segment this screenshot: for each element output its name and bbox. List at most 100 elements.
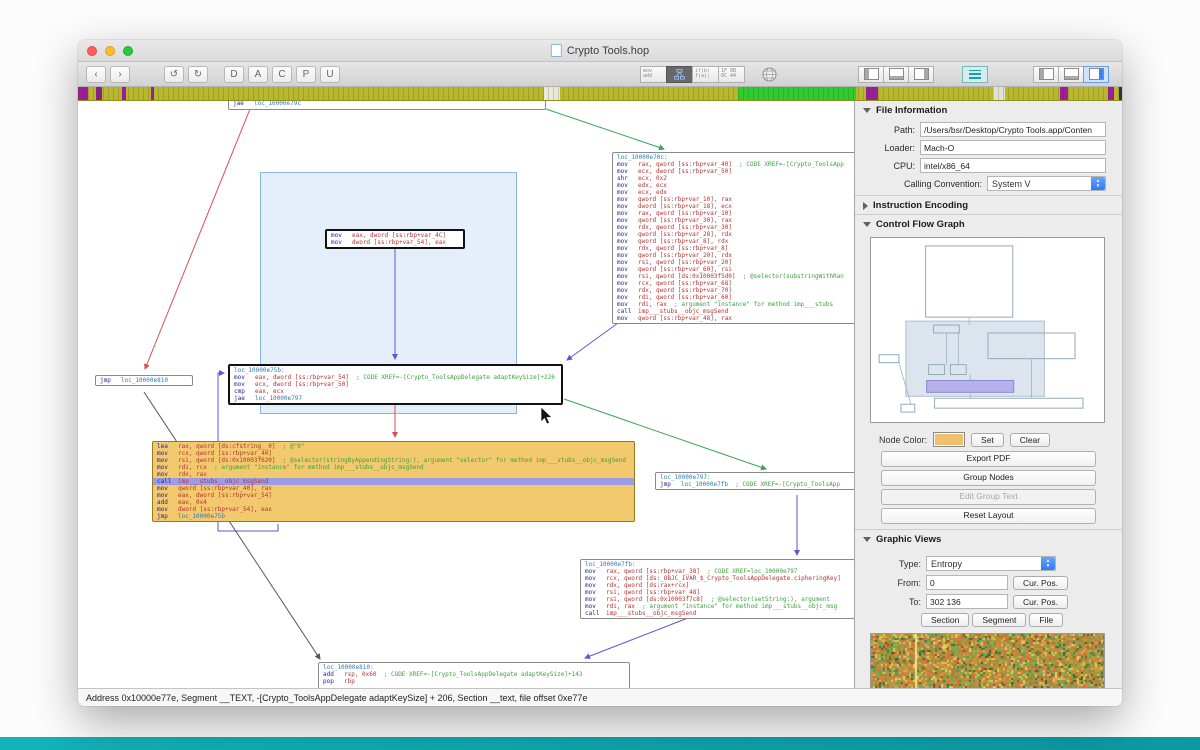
from-field[interactable]: 0 [926, 575, 1008, 590]
bottom-pane-icon [889, 68, 904, 80]
cfg-icon [674, 69, 685, 80]
desktop-dock-strip [0, 737, 1200, 750]
entropy-nav-strip[interactable] [78, 87, 1122, 101]
ascii-button[interactable]: A [248, 66, 268, 83]
entropy-graphic[interactable] [870, 633, 1105, 688]
cfg-view-segment[interactable] [666, 66, 693, 83]
sphere-icon [762, 67, 777, 82]
graph-node-current-orange[interactable]: learax, qword [ds:cfstring__0] ; @"0"mov… [152, 441, 635, 522]
undefine-button[interactable]: U [320, 66, 340, 83]
graph-node-e70c[interactable]: loc_10000e70c:movrax, qword [ss:rbp+var_… [612, 152, 854, 324]
disclosure-open-icon [863, 108, 871, 113]
undo-icon: ↺ [170, 69, 178, 80]
graph-node-e75b[interactable]: loc_10000e75b:moveax, dword [ss:rbp+var_… [228, 364, 563, 405]
cpu-field[interactable]: intel/x86_64 [920, 158, 1106, 173]
node-color-swatch[interactable] [933, 432, 965, 447]
from-cur-pos-button[interactable]: Cur. Pos. [1013, 576, 1068, 590]
procedure-button[interactable]: P [296, 66, 316, 83]
layout-left-icon [1039, 68, 1054, 80]
graph-node-e797[interactable]: loc_10000e797:jmploc_10000e7fb ; CODE XR… [655, 472, 854, 490]
list-view-group [962, 66, 987, 83]
segment-range-button[interactable]: Segment [972, 613, 1026, 627]
section-control-flow-graph[interactable]: Control Flow Graph [855, 214, 1122, 233]
data-button[interactable]: D [224, 66, 244, 83]
redo-button[interactable]: ↻ [188, 66, 208, 83]
code-button[interactable]: C [272, 66, 292, 83]
calling-convention-select[interactable]: System V ▲▼ [987, 176, 1106, 191]
loader-label: Loader: [855, 143, 920, 153]
graph-node-e7fb[interactable]: loc_10000e7fb:movrax, qword [ss:rbp+var_… [580, 559, 854, 619]
group-nodes-button[interactable]: Group Nodes [881, 470, 1096, 486]
file-range-button[interactable]: File [1029, 613, 1063, 627]
path-label: Path: [855, 125, 920, 135]
section-graphic-views[interactable]: Graphic Views [855, 529, 1122, 548]
toggle-right-pane-button[interactable] [908, 66, 934, 83]
edge-top-to-jmp [145, 109, 250, 369]
left-pane-icon [864, 68, 879, 80]
control-flow-graph-view[interactable]: jaeloc_10000e79c loc_10000e70c:movrax, q… [78, 101, 854, 688]
layout-bottom-button[interactable] [1058, 66, 1084, 83]
status-bar: Address 0x10000e77e, Segment __TEXT, -[C… [78, 688, 1122, 706]
type-select[interactable]: Entropy ▲▼ [926, 556, 1056, 571]
layout-toggle-group [1033, 66, 1108, 83]
layout-bottom-icon [1064, 68, 1079, 80]
disclosure-open-icon [863, 222, 871, 227]
section-title: File Information [876, 105, 947, 116]
assembly-view-segment[interactable]: mov add [640, 66, 667, 83]
reset-layout-button[interactable]: Reset Layout [881, 508, 1096, 524]
pseudocode-view-segment[interactable]: if(b) f(a); [692, 66, 719, 83]
layout-right-button[interactable] [1083, 66, 1109, 83]
forward-icon: › [118, 69, 121, 80]
toggle-bottom-pane-button[interactable] [883, 66, 909, 83]
traffic-lights [78, 46, 133, 56]
right-pane-icon [914, 68, 929, 80]
dropdown-arrows-icon: ▲▼ [1041, 557, 1055, 570]
graph-node-selected-small[interactable]: moveax, dword [ss:rbp+var_4C]movdword [s… [325, 229, 465, 249]
type-label: Type: [855, 559, 926, 569]
layout-left-button[interactable] [1033, 66, 1059, 83]
path-field[interactable]: /Users/bsr/Desktop/Crypto Tools.app/Cont… [920, 122, 1106, 137]
forward-button[interactable]: › [110, 66, 130, 83]
calling-convention-label: Calling Convention: [855, 179, 987, 189]
graph-node-e810[interactable]: loc_10000e810:addrsp, 0x60 ; CODE XREF=-… [318, 662, 630, 688]
inspector-panel: File Information Path: /Users/bsr/Deskto… [854, 101, 1122, 688]
section-file-information[interactable]: File Information [855, 101, 1122, 119]
status-text: Address 0x10000e77e, Segment __TEXT, -[C… [86, 693, 587, 703]
export-pdf-button[interactable]: Export PDF [881, 451, 1096, 467]
zoom-window-button[interactable] [123, 46, 133, 56]
to-cur-pos-button[interactable]: Cur. Pos. [1013, 595, 1068, 609]
section-title: Control Flow Graph [876, 219, 965, 230]
entropy-canvas [871, 634, 1104, 688]
hopper-window: Crypto Tools.hop ‹ › ↺ ↻ D A C P U mov a… [78, 40, 1122, 706]
close-window-button[interactable] [87, 46, 97, 56]
to-label: To: [855, 597, 926, 607]
clear-node-color-button[interactable]: Clear [1010, 433, 1050, 447]
edge-jmp-to-e810 [144, 392, 320, 659]
redo-icon: ↻ [194, 69, 202, 80]
back-button[interactable]: ‹ [86, 66, 106, 83]
toggle-left-pane-button[interactable] [858, 66, 884, 83]
main-area: jaeloc_10000e79c loc_10000e70c:movrax, q… [78, 101, 1122, 688]
graph-node-top-partial[interactable]: jaeloc_10000e79c [228, 101, 546, 110]
window-title: Crypto Tools.hop [551, 44, 649, 57]
to-field[interactable]: 302 136 [926, 594, 1008, 609]
window-title-text: Crypto Tools.hop [567, 45, 649, 57]
node-color-label: Node Color: [879, 435, 927, 445]
hex-view-segment[interactable]: 1F 8B 0C 44 [718, 66, 745, 83]
sphere-view-button[interactable] [758, 66, 780, 83]
calling-convention-value: System V [992, 179, 1031, 189]
loader-field[interactable]: Mach-O [920, 140, 1106, 155]
section-title: Graphic Views [876, 534, 941, 545]
titlebar: Crypto Tools.hop [78, 40, 1122, 62]
cfg-minimap[interactable] [870, 237, 1105, 423]
graph-node-jmp-left[interactable]: jmploc_10000e810 [95, 375, 193, 386]
navigation-list-button[interactable] [962, 66, 988, 83]
cpu-label: CPU: [855, 161, 920, 171]
disclosure-open-icon [863, 537, 871, 542]
set-node-color-button[interactable]: Set [971, 433, 1004, 447]
undo-button[interactable]: ↺ [164, 66, 184, 83]
section-range-button[interactable]: Section [921, 613, 969, 627]
minimize-window-button[interactable] [105, 46, 115, 56]
section-instruction-encoding[interactable]: Instruction Encoding [855, 195, 1122, 214]
from-label: From: [855, 578, 926, 588]
